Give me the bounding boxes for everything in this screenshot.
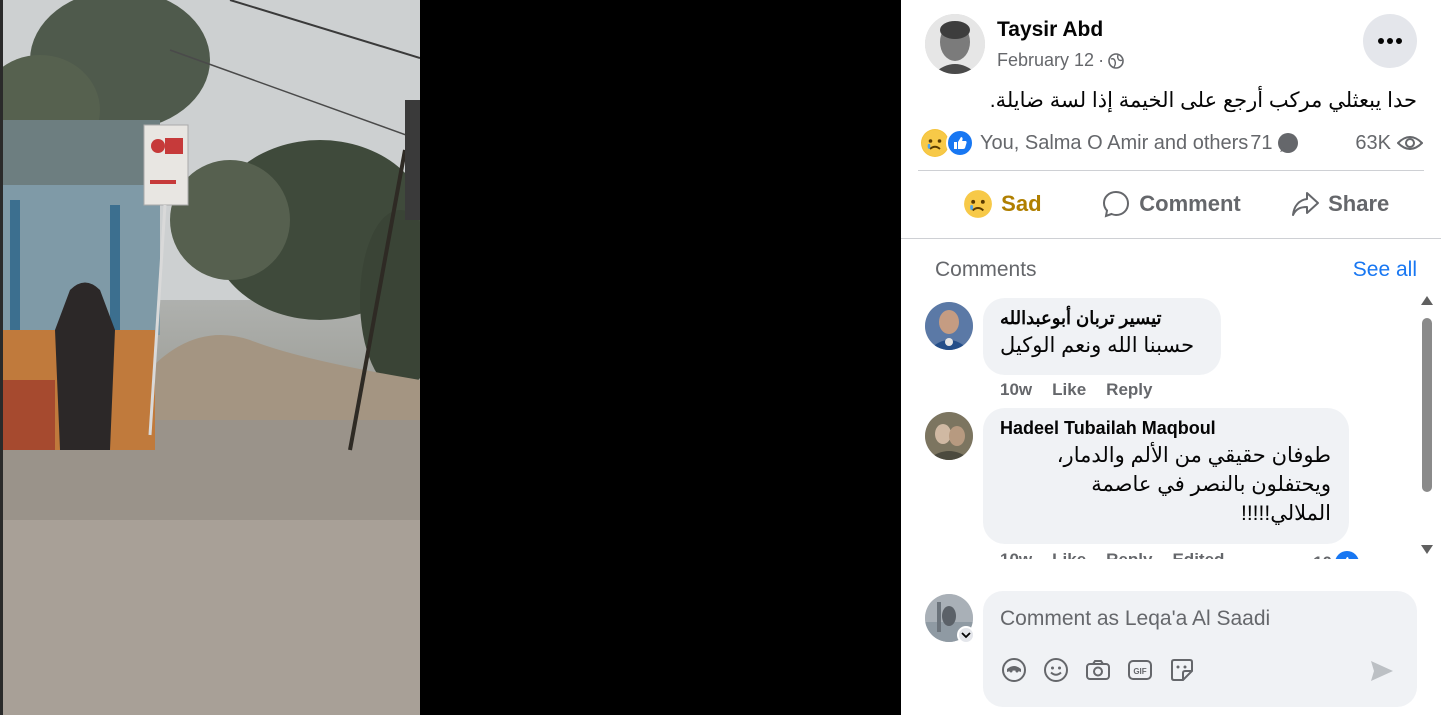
view-count: 63K <box>1355 132 1423 155</box>
comment-time[interactable]: 10w <box>1000 550 1032 559</box>
video-controls <box>420 675 901 715</box>
like-reaction-icon <box>1335 551 1359 559</box>
comment-item: Hadeel Tubailah Maqboul طوفان حقيقي من ا… <box>925 408 1405 559</box>
post-header: Taysir Abd February 12 · <box>925 14 1425 74</box>
divider <box>901 238 1441 239</box>
globe-icon <box>1108 52 1124 69</box>
composer-tools: GIF <box>1001 657 1195 683</box>
comment-button[interactable]: Comment <box>1087 176 1256 232</box>
comment-item: تيسير تربان أبوعبدالله حسبنا الله ونعم ا… <box>925 298 1405 408</box>
comment-bubble: Hadeel Tubailah Maqboul طوفان حقيقي من ا… <box>983 408 1349 544</box>
sticker-icon[interactable] <box>1169 657 1195 683</box>
video-player[interactable] <box>0 0 420 715</box>
comment-like-button[interactable]: Like <box>1052 550 1086 559</box>
reactions-summary[interactable]: You, Salma O Amir and others 71 63K <box>921 126 1423 160</box>
reaction-names[interactable]: You, Salma O Amir and others <box>980 132 1248 155</box>
sad-emoji-icon <box>964 190 993 218</box>
share-label: Share <box>1328 191 1390 216</box>
commenter-name[interactable]: تيسير تربان أبوعبدالله <box>1000 308 1203 329</box>
share-button[interactable]: Share <box>1255 176 1424 232</box>
view-count-value: 63K <box>1355 131 1391 154</box>
author-name[interactable]: Taysir Abd <box>997 18 1103 42</box>
comment-like-button[interactable]: Like <box>1052 380 1086 400</box>
post-detail-panel: Taysir Abd February 12 · حدا يبعثلي مركب… <box>901 0 1441 715</box>
camera-icon[interactable] <box>1085 657 1111 683</box>
sad-label: Sad <box>1001 191 1042 216</box>
emoji-icon[interactable] <box>1043 657 1069 683</box>
share-icon <box>1292 192 1320 216</box>
see-all-link[interactable]: See all <box>1353 258 1417 282</box>
comment-text-line: الملالي!!!!! <box>1241 502 1331 525</box>
comment-text-line: ويحتفلون بالنصر في عاصمة <box>1091 473 1331 496</box>
comment-actions: 10w Like Reply Edited 10 <box>1000 550 1360 559</box>
reaction-icons <box>921 129 974 157</box>
comment-composer: GIF <box>983 591 1417 707</box>
comment-reaction-count: 10 <box>1313 553 1332 559</box>
commenter-name[interactable]: Hadeel Tubailah Maqboul <box>1000 418 1331 439</box>
comment-bubble-icon <box>1277 133 1298 153</box>
post-meta: February 12 · <box>997 50 1124 71</box>
comments-scrollbar[interactable] <box>1419 296 1435 558</box>
scroll-up-arrow-icon[interactable] <box>1421 296 1433 305</box>
comment-text-line: طوفان حقيقي من الألم والدمار، <box>1056 444 1331 467</box>
post-action-bar: Sad Comment Share <box>918 176 1424 232</box>
send-icon[interactable] <box>1369 659 1395 683</box>
author-avatar[interactable] <box>925 14 985 74</box>
comment-reply-button[interactable]: Reply <box>1106 550 1152 559</box>
svg-text:GIF: GIF <box>1133 667 1146 676</box>
comment-time[interactable]: 10w <box>1000 380 1032 400</box>
commenter-avatar[interactable] <box>925 302 973 350</box>
commenter-avatar[interactable] <box>925 412 973 460</box>
comment-reactions[interactable]: 10 <box>1313 550 1360 559</box>
post-date[interactable]: February 12 <box>997 50 1094 71</box>
chevron-down-icon[interactable] <box>957 626 975 644</box>
sad-reaction-button[interactable]: Sad <box>918 176 1087 232</box>
gif-icon[interactable]: GIF <box>1127 657 1153 683</box>
sad-reaction-icon <box>921 129 949 157</box>
comment-text: حسبنا الله ونعم الوكيل <box>1000 334 1195 357</box>
meta-separator: · <box>1098 50 1105 70</box>
comment-label: Comment <box>1139 191 1241 216</box>
post-text: حدا يبعثلي مركب أرجع على الخيمة إذا لسة … <box>989 89 1417 112</box>
comment-bubble: تيسير تربان أبوعبدالله حسبنا الله ونعم ا… <box>983 298 1221 375</box>
comment-icon <box>1103 190 1130 218</box>
media-viewer <box>0 0 901 715</box>
comment-input[interactable] <box>1000 603 1400 635</box>
divider <box>918 170 1424 171</box>
comment-edited-label: Edited <box>1172 550 1224 559</box>
comment-count-value: 71 <box>1250 131 1273 154</box>
avatar-sticker-icon[interactable] <box>1001 657 1027 683</box>
comments-header: Comments See all <box>935 258 1417 282</box>
video-frame-image <box>0 0 420 715</box>
like-reaction-icon <box>946 129 974 157</box>
more-options-button[interactable] <box>1363 14 1417 68</box>
comments-title: Comments <box>935 258 1037 281</box>
comment-actions: 10w Like Reply <box>1000 380 1152 400</box>
comment-count[interactable]: 71 <box>1250 132 1298 155</box>
comment-reply-button[interactable]: Reply <box>1106 380 1152 400</box>
scroll-down-arrow-icon[interactable] <box>1421 545 1433 554</box>
comments-list[interactable]: تيسير تربان أبوعبدالله حسبنا الله ونعم ا… <box>901 294 1441 559</box>
more-dots-icon <box>1378 38 1402 44</box>
scroll-thumb[interactable] <box>1422 318 1432 492</box>
eye-icon <box>1397 136 1423 150</box>
